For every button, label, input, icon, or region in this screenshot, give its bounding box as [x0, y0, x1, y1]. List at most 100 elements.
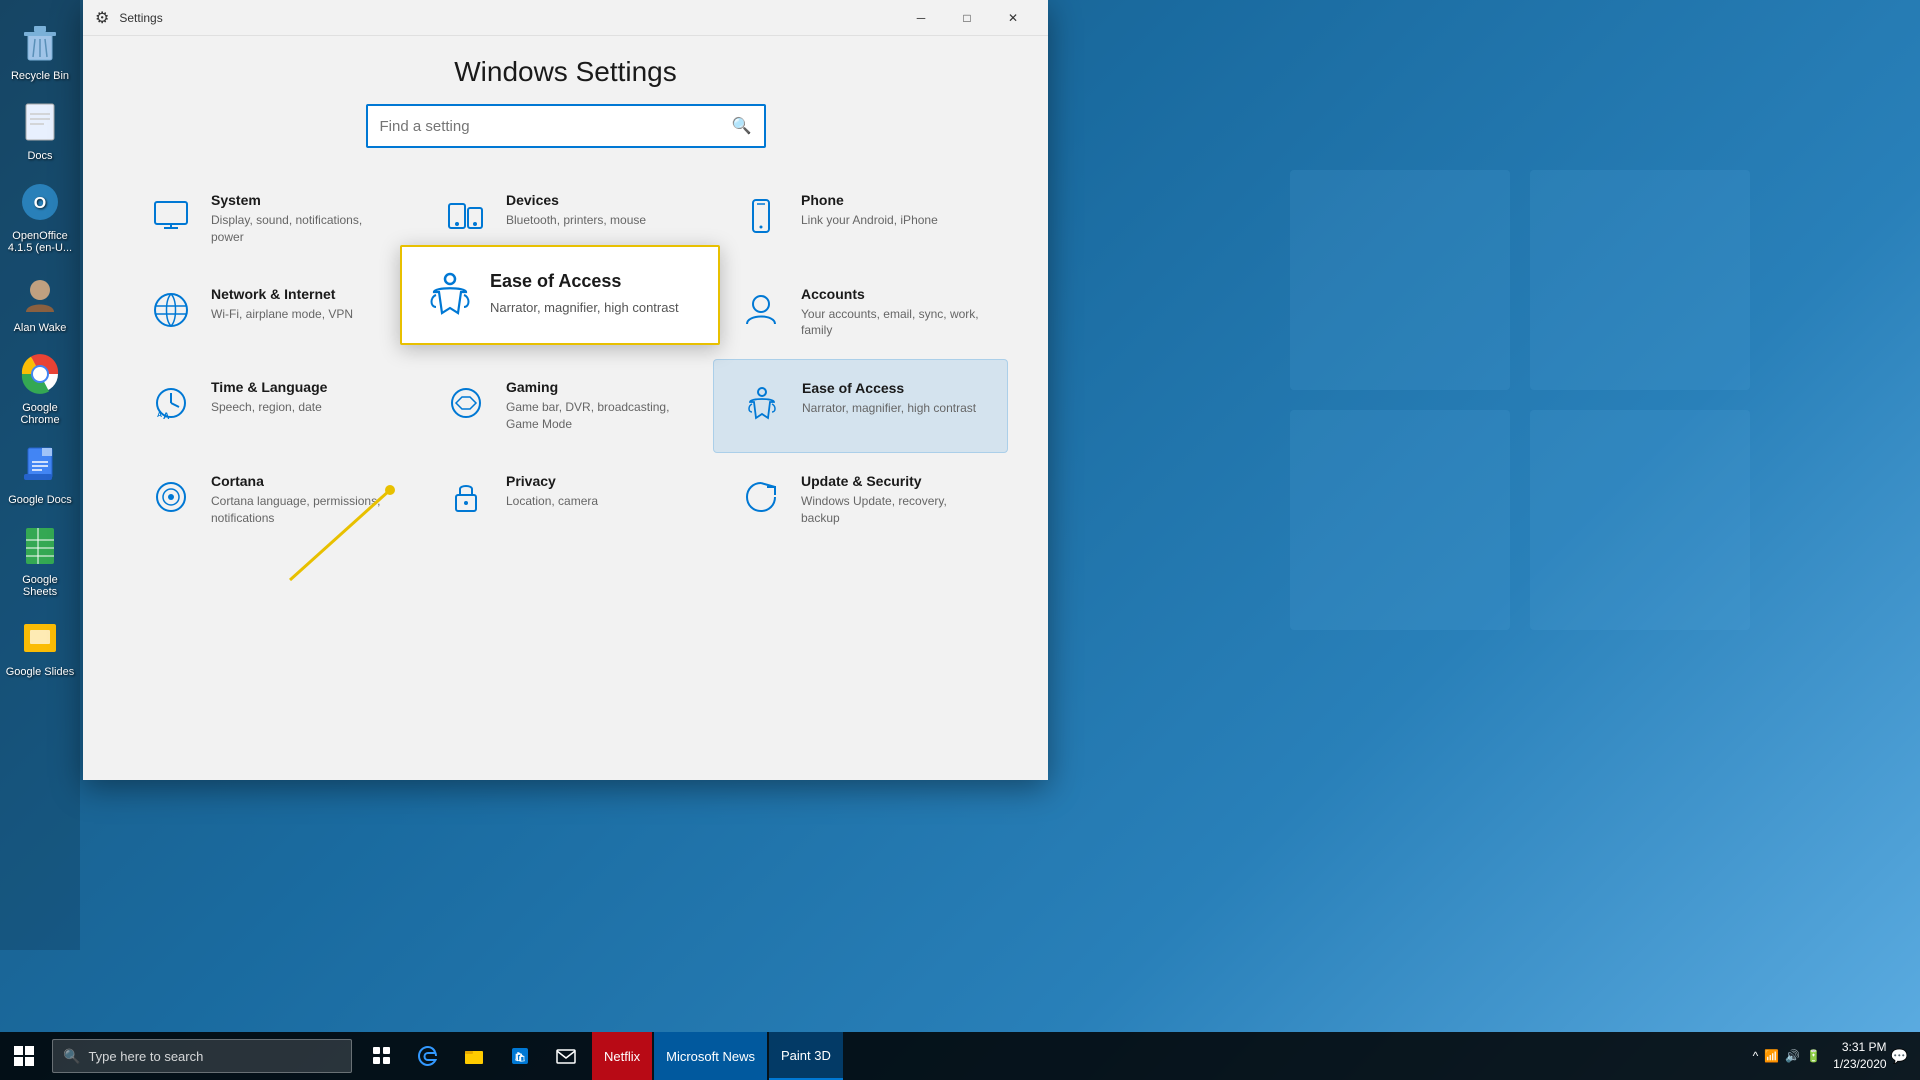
desktop-icon-alan-wake[interactable]: Alan Wake: [0, 262, 80, 342]
tooltip-desc: Narrator, magnifier, high contrast: [490, 298, 679, 318]
cortana-icon: [147, 473, 195, 521]
taskbar: 🔍 Type here to search: [0, 1032, 1920, 1080]
desktop-icons: Recycle Bin Docs O OpenOff: [0, 0, 80, 950]
close-button[interactable]: ✕: [990, 0, 1036, 36]
file-explorer-button[interactable]: [452, 1032, 496, 1080]
settings-item-cortana[interactable]: Cortana Cortana language, permissions, n…: [123, 453, 418, 547]
cortana-desc: Cortana language, permissions, notificat…: [211, 493, 394, 527]
docs-label: Docs: [27, 150, 52, 162]
store-button[interactable]: 🛍: [498, 1032, 542, 1080]
volume-tray-icon[interactable]: 🔊: [1785, 1049, 1800, 1063]
maximize-button[interactable]: □: [944, 0, 990, 36]
taskbar-clock[interactable]: 3:31 PM 1/23/2020: [1833, 1039, 1886, 1073]
google-sheets-label: Google Sheets: [4, 574, 76, 598]
settings-window: ⚙ Settings ─ □ ✕ Windows Settings 🔍: [83, 0, 1048, 780]
taskbar-app-paint3d[interactable]: Paint 3D: [769, 1032, 843, 1080]
time-language-desc: Speech, region, date: [211, 399, 327, 416]
tray-chevron-icon[interactable]: ^: [1753, 1049, 1759, 1063]
ease-of-access-text: Ease of Access Narrator, magnifier, high…: [802, 380, 976, 417]
google-chrome-label: Google Chrome: [4, 402, 76, 426]
google-slides-label: Google Slides: [6, 666, 75, 678]
phone-desc: Link your Android, iPhone: [801, 212, 938, 229]
settings-item-gaming[interactable]: Gaming Game bar, DVR, broadcasting, Game…: [418, 359, 713, 453]
taskbar-icon-buttons: 🛍: [360, 1032, 588, 1080]
taskbar-search-bar[interactable]: 🔍 Type here to search: [52, 1039, 352, 1073]
privacy-icon: [442, 473, 490, 521]
google-slides-icon: [16, 614, 64, 662]
taskbar-date: 1/23/2020: [1833, 1056, 1886, 1073]
taskbar-right: ^ 📶 🔊 🔋 3:31 PM 1/23/2020 💬: [1753, 1039, 1920, 1073]
battery-tray-icon[interactable]: 🔋: [1806, 1049, 1821, 1063]
devices-desc: Bluetooth, printers, mouse: [506, 212, 646, 229]
window-title-text: Settings: [119, 11, 162, 25]
desktop-icon-google-sheets[interactable]: Google Sheets: [0, 514, 80, 606]
mail-button[interactable]: [544, 1032, 588, 1080]
start-button[interactable]: [0, 1032, 48, 1080]
settings-item-network[interactable]: Network & Internet Wi-Fi, airplane mode,…: [123, 266, 418, 360]
update-security-name: Update & Security: [801, 473, 984, 489]
taskbar-apps: Netflix Microsoft News Paint 3D: [592, 1032, 843, 1080]
settings-item-system[interactable]: System Display, sound, notifications, po…: [123, 172, 418, 266]
recycle-bin-label: Recycle Bin: [11, 70, 69, 82]
accounts-name: Accounts: [801, 286, 984, 302]
time-language-text: Time & Language Speech, region, date: [211, 379, 327, 416]
search-icon: 🔍: [732, 116, 752, 136]
time-language-icon: A A: [147, 379, 195, 427]
time-language-name: Time & Language: [211, 379, 327, 395]
settings-item-update-security[interactable]: Update & Security Windows Update, recove…: [713, 453, 1008, 547]
cortana-text: Cortana Cortana language, permissions, n…: [211, 473, 394, 527]
ease-of-access-desc: Narrator, magnifier, high contrast: [802, 400, 976, 417]
desktop-icon-docs[interactable]: Docs: [0, 90, 80, 170]
settings-title: Windows Settings: [123, 56, 1008, 88]
minimize-button[interactable]: ─: [898, 0, 944, 36]
alan-wake-icon: [16, 270, 64, 318]
google-sheets-icon: [16, 522, 64, 570]
system-name: System: [211, 192, 394, 208]
devices-name: Devices: [506, 192, 646, 208]
svg-text:O: O: [34, 195, 46, 212]
settings-search-input[interactable]: [380, 118, 732, 135]
privacy-name: Privacy: [506, 473, 598, 489]
desktop-icon-recycle-bin[interactable]: Recycle Bin: [0, 10, 80, 90]
settings-search-box[interactable]: 🔍: [366, 104, 766, 148]
settings-titlebar-icon: ⚙: [95, 8, 109, 28]
accounts-desc: Your accounts, email, sync, work, family: [801, 306, 984, 340]
desktop-icon-openoffice[interactable]: O OpenOffice 4.1.5 (en-U...: [0, 170, 80, 262]
devices-icon: [442, 192, 490, 240]
tray-icons: ^ 📶 🔊 🔋: [1753, 1049, 1822, 1063]
settings-item-time-language[interactable]: A A Time & Language Speech, region, date: [123, 359, 418, 453]
desktop-icon-google-docs[interactable]: Google Docs: [0, 434, 80, 514]
action-center-icon[interactable]: 💬: [1891, 1048, 1908, 1065]
ease-of-access-name: Ease of Access: [802, 380, 976, 396]
network-icon: [147, 286, 195, 334]
gaming-icon: [442, 379, 490, 427]
settings-content: Windows Settings 🔍: [83, 36, 1048, 780]
settings-item-privacy[interactable]: Privacy Location, camera: [418, 453, 713, 547]
google-docs-label: Google Docs: [8, 494, 72, 506]
netflix-label: Netflix: [604, 1049, 640, 1064]
system-text: System Display, sound, notifications, po…: [211, 192, 394, 246]
settings-item-ease-of-access[interactable]: Ease of Access Narrator, magnifier, high…: [713, 359, 1008, 453]
network-tray-icon[interactable]: 📶: [1764, 1049, 1779, 1063]
taskbar-app-msnews[interactable]: Microsoft News: [654, 1032, 767, 1080]
taskbar-app-netflix[interactable]: Netflix: [592, 1032, 652, 1080]
gaming-name: Gaming: [506, 379, 689, 395]
openoffice-label: OpenOffice 4.1.5 (en-U...: [4, 230, 76, 254]
devices-text: Devices Bluetooth, printers, mouse: [506, 192, 646, 229]
settings-item-accounts[interactable]: Accounts Your accounts, email, sync, wor…: [713, 266, 1008, 360]
settings-item-phone[interactable]: Phone Link your Android, iPhone: [713, 172, 1008, 266]
settings-grid: System Display, sound, notifications, po…: [123, 172, 1008, 546]
edge-browser-button[interactable]: [406, 1032, 450, 1080]
desktop-icon-google-slides[interactable]: Google Slides: [0, 606, 80, 686]
update-security-desc: Windows Update, recovery, backup: [801, 493, 984, 527]
svg-text:🛍: 🛍: [514, 1051, 525, 1062]
update-security-text: Update & Security Windows Update, recove…: [801, 473, 984, 527]
system-tray: ^ 📶 🔊 🔋 3:31 PM 1/23/2020 💬: [1753, 1039, 1908, 1073]
tooltip-ease-of-access-icon: [426, 271, 474, 319]
openoffice-icon: O: [16, 178, 64, 226]
google-chrome-icon: [16, 350, 64, 398]
cortana-name: Cortana: [211, 473, 394, 489]
desktop-icon-google-chrome[interactable]: Google Chrome: [0, 342, 80, 434]
task-view-button[interactable]: [360, 1032, 404, 1080]
paint3d-label: Paint 3D: [781, 1048, 831, 1063]
